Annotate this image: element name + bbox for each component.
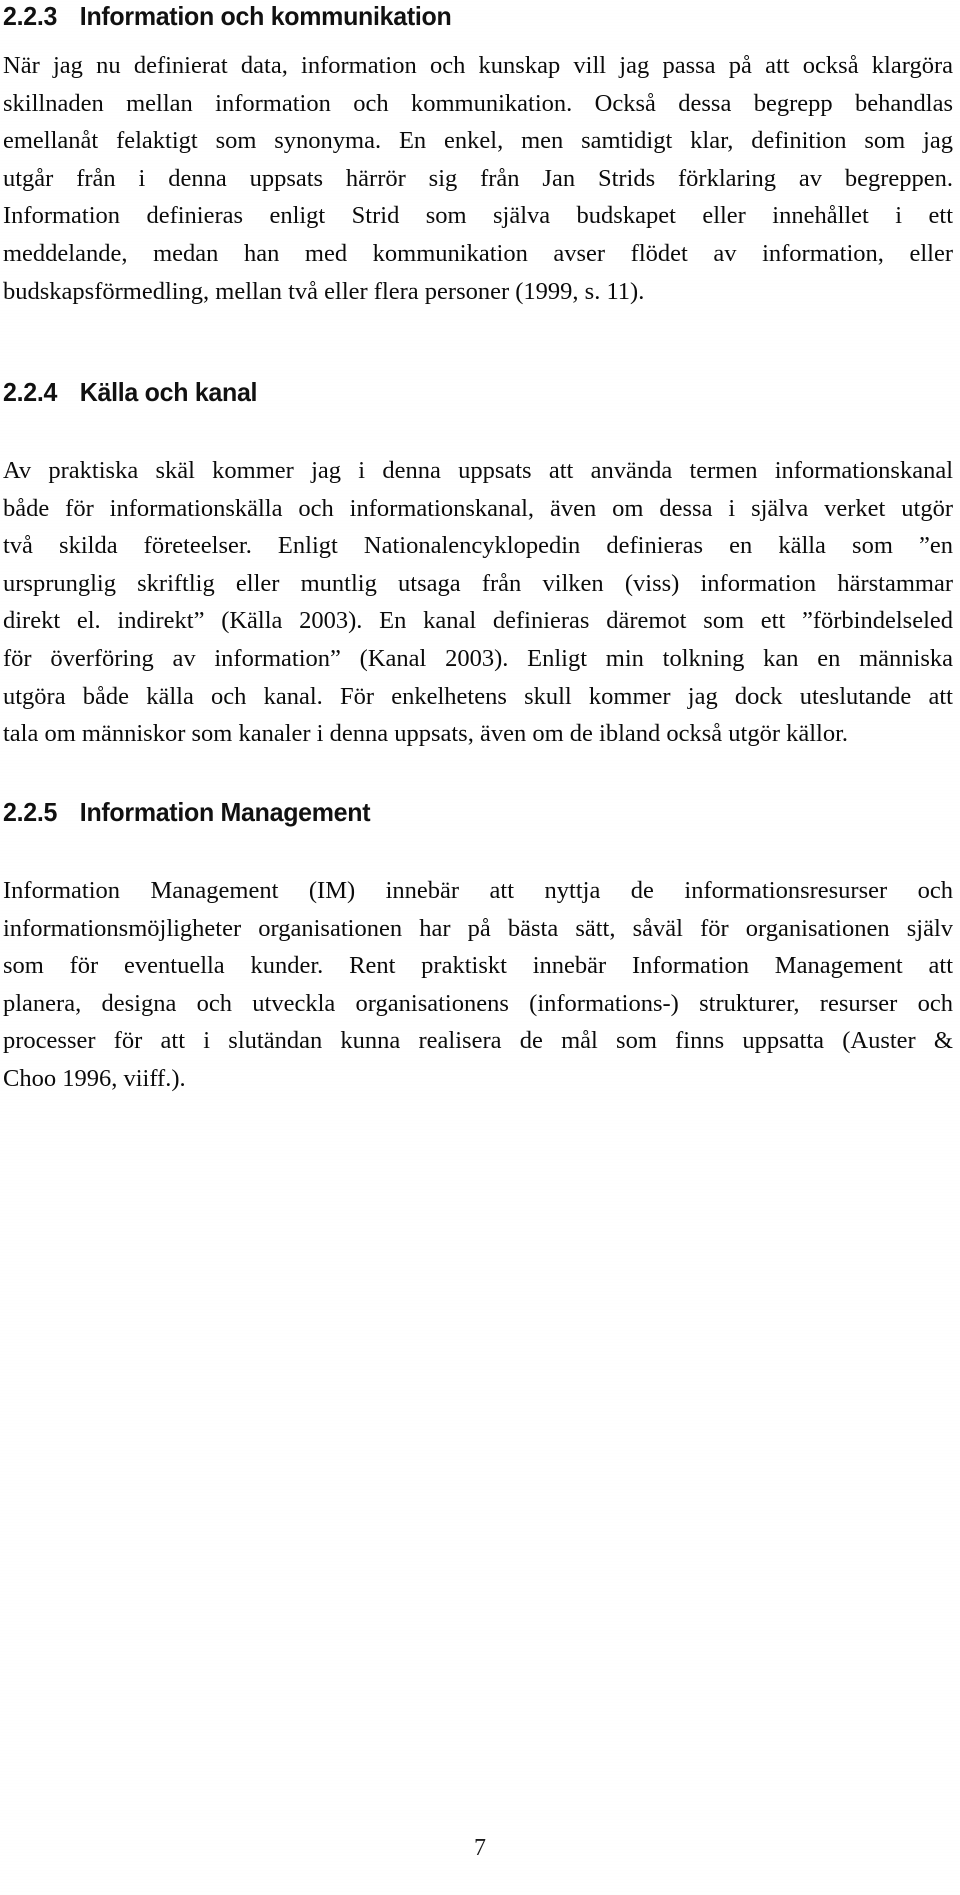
text-line: utgår från i denna uppsats härrör sig fr… <box>3 164 953 192</box>
section-number: 2.2.5 <box>3 797 58 827</box>
text-line: direkt el. indirekt” (Källa 2003). En ka… <box>3 607 953 635</box>
paragraph-2-2-4: Av praktiska skäl kommer jag i denna upp… <box>3 452 955 753</box>
section-number: 2.2.4 <box>3 377 58 407</box>
text-line: Information Management (IM) innebär att … <box>3 877 954 904</box>
text-line: budskapsförmedling, mellan två eller fle… <box>3 277 645 305</box>
text-line: både för informationskälla och informati… <box>3 494 953 522</box>
text-line: meddelande, medan han med kommunikation … <box>3 239 953 267</box>
text-line: planera, designa och utveckla organisati… <box>3 989 953 1017</box>
text-line: för överföring av information” (Kanal 20… <box>3 644 953 672</box>
text-line: Information definieras enligt Strid som … <box>3 202 953 230</box>
section-title: Information och kommunikation <box>79 1 452 31</box>
text-line: skillnaden mellan information och kommun… <box>3 89 953 117</box>
text-line: Choo 1996, viiff.). <box>3 1064 186 1092</box>
text-line: tala om människor som kanaler i denna up… <box>3 720 849 748</box>
document-page: 2.2.3 Information och kommunikation När … <box>0 0 960 1895</box>
paragraph-2-2-3: När jag nu definierat data, information … <box>3 47 953 310</box>
section-title: Källa och kanal <box>79 377 258 407</box>
text-line: informationsmöjligheter organisationen h… <box>3 914 953 942</box>
section-number: 2.2.3 <box>3 1 58 31</box>
text-line: emellanåt felaktigt som synonyma. En enk… <box>3 127 953 155</box>
text-line: två skilda företeelser. Enligt Nationale… <box>3 532 953 560</box>
text-line: som för eventuella kunder. Rent praktisk… <box>3 952 953 980</box>
text-line: processer för att i slutändan kunna real… <box>3 1027 953 1055</box>
page-number: 7 <box>474 1835 486 1861</box>
section-heading-2-2-4: 2.2.4 Källa och kanal <box>3 377 258 407</box>
section-title: Information Management <box>79 797 371 827</box>
section-heading-2-2-5: 2.2.5 Information Management <box>3 797 371 827</box>
text-line: ursprunglig skriftlig eller muntlig utsa… <box>3 569 953 597</box>
section-heading-2-2-3: 2.2.3 Information och kommunikation <box>3 1 452 31</box>
text-line: Av praktiska skäl kommer jag i denna upp… <box>3 457 953 484</box>
text-line: utgöra både källa och kanal. För enkelhe… <box>3 682 953 710</box>
text-line: När jag nu definierat data, information … <box>3 52 953 79</box>
paragraph-2-2-5: Information Management (IM) innebär att … <box>3 872 953 1098</box>
